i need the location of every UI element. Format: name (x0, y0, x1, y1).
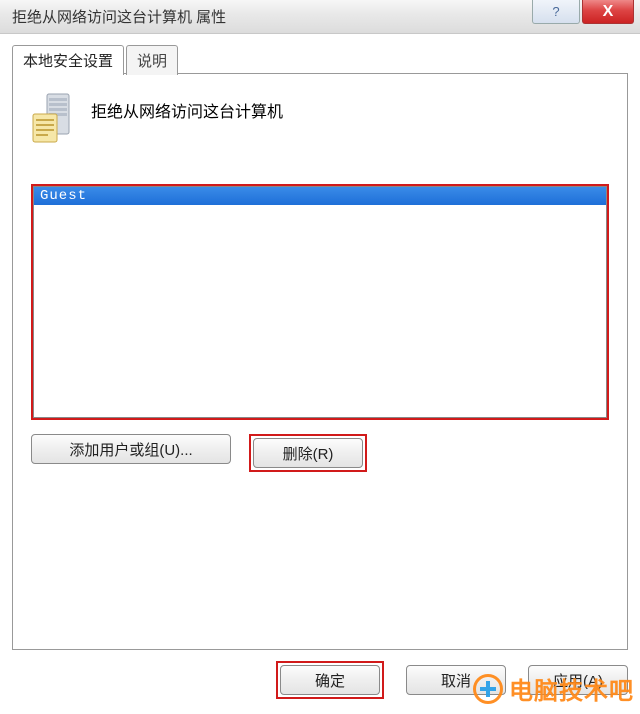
list-item-label: Guest (40, 188, 87, 204)
titlebar-controls: ? X (530, 0, 634, 24)
remove-button[interactable]: 删除(R) (253, 438, 363, 468)
help-button[interactable]: ? (532, 0, 580, 24)
button-label: 添加用户或组(U)... (69, 439, 192, 460)
tab-panel: 拒绝从网络访问这台计算机 Guest 添加用户或组(U)... 删除(R) (12, 73, 628, 650)
ok-highlight: 确定 (276, 661, 384, 699)
button-label: 确定 (315, 670, 345, 691)
button-label: 取消 (441, 670, 471, 691)
window-title: 拒绝从网络访问这台计算机 属性 (0, 6, 226, 27)
tab-explain[interactable]: 说明 (126, 45, 178, 75)
remove-highlight: 删除(R) (249, 434, 367, 472)
policy-icon (31, 92, 77, 144)
policy-title: 拒绝从网络访问这台计算机 (91, 92, 283, 122)
listbox-highlight: Guest (31, 184, 609, 420)
user-listbox[interactable]: Guest (33, 186, 607, 418)
close-icon: X (603, 3, 614, 21)
close-button[interactable]: X (582, 0, 634, 24)
tab-local-security[interactable]: 本地安全设置 (12, 45, 124, 75)
list-buttons-row: 添加用户或组(U)... 删除(R) (31, 434, 609, 472)
titlebar: 拒绝从网络访问这台计算机 属性 ? X (0, 0, 640, 34)
add-user-button[interactable]: 添加用户或组(U)... (31, 434, 231, 464)
dialog-footer: 确定 取消 应用(A) (12, 658, 628, 702)
button-label: 删除(R) (283, 443, 334, 464)
tab-label: 说明 (137, 53, 167, 70)
cancel-button[interactable]: 取消 (406, 665, 506, 695)
apply-button[interactable]: 应用(A) (528, 665, 628, 695)
ok-button[interactable]: 确定 (280, 665, 380, 695)
list-item[interactable]: Guest (34, 187, 606, 205)
policy-header: 拒绝从网络访问这台计算机 (31, 92, 609, 144)
help-icon: ? (552, 4, 559, 19)
tab-strip: 本地安全设置 说明 (12, 44, 628, 74)
button-label: 应用(A) (553, 670, 603, 691)
tab-label: 本地安全设置 (23, 53, 113, 70)
client-area: 本地安全设置 说明 拒绝从网络访问这 (0, 34, 640, 714)
